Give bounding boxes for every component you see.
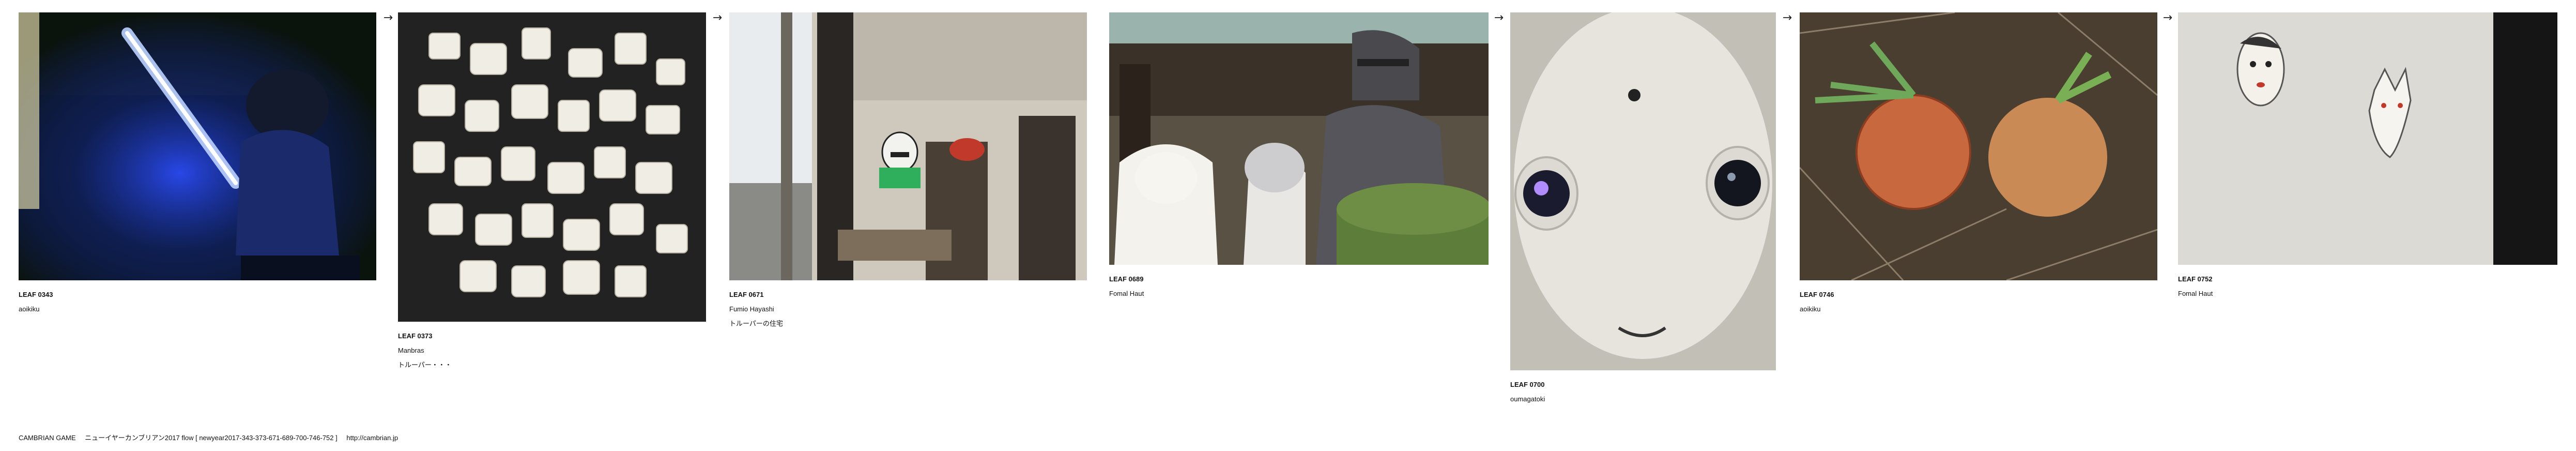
street-trooper-photo (729, 12, 1087, 280)
leaf-photo[interactable] (1510, 12, 1776, 370)
leaf-card: LEAF 0689 Fomal Haut (1109, 12, 1489, 301)
leaf-card: LEAF 0343 aoikiku (19, 12, 376, 317)
leaf-author[interactable]: Manbras (398, 343, 706, 358)
leaf-photo[interactable] (19, 12, 376, 280)
leaf-id[interactable]: LEAF 0700 (1510, 378, 1776, 392)
leaf-author[interactable]: Fomal Haut (1109, 287, 1489, 301)
leaf-card: LEAF 0746 aoikiku (1800, 12, 2157, 317)
arrow-right-icon: → (383, 11, 393, 24)
lightsaber-photo (19, 12, 376, 280)
leaf-author[interactable]: oumagatoki (1510, 392, 1776, 407)
leaf-author[interactable]: Fomal Haut (2178, 287, 2557, 301)
footer-url[interactable]: http://cambrian.jp (346, 434, 398, 442)
leaf-card: LEAF 0671 Fumio Hayashi トルーパーの住宅 (729, 12, 1087, 331)
leaf-id[interactable]: LEAF 0343 (19, 288, 376, 302)
onions-photo (1800, 12, 2157, 280)
arrow-right-icon: → (2163, 11, 2173, 24)
footer-brand: CAMBRIAN GAME (19, 434, 76, 442)
leaf-photo[interactable] (2178, 12, 2557, 265)
leaf-author[interactable]: Fumio Hayashi (729, 302, 1087, 317)
leaf-photo[interactable] (1800, 12, 2157, 280)
leaf-photo[interactable] (398, 12, 706, 322)
knight-armor-photo (1109, 12, 1489, 265)
leaf-id[interactable]: LEAF 0373 (398, 329, 706, 343)
leaf-note: トルーパー・・・ (398, 361, 452, 369)
masks-photo (2178, 12, 2557, 265)
arrow-right-icon: → (1782, 11, 1792, 24)
white-blocks-photo (398, 12, 706, 322)
arrow-right-icon: → (712, 11, 723, 24)
arrow-right-icon: → (1494, 11, 1504, 24)
leaf-id[interactable]: LEAF 0746 (1800, 288, 2157, 302)
footer: CAMBRIAN GAME ニューイヤーカンブリアン2017 flow [ ne… (19, 432, 405, 442)
robot-face-photo (1510, 12, 1776, 370)
leaf-note: トルーパーの住宅 (729, 320, 783, 327)
leaf-photo[interactable] (1109, 12, 1489, 265)
leaf-card: LEAF 0700 oumagatoki (1510, 12, 1776, 407)
leaf-card: LEAF 0752 Fomal Haut (2178, 12, 2557, 301)
leaf-photo[interactable] (729, 12, 1087, 280)
leaf-author[interactable]: aoikiku (1800, 302, 2157, 317)
leaf-id[interactable]: LEAF 0752 (2178, 272, 2557, 287)
leaf-author[interactable]: aoikiku (19, 302, 376, 317)
footer-flow: ニューイヤーカンブリアン2017 flow [ newyear2017-343-… (85, 434, 338, 442)
leaf-card: LEAF 0373 Manbras トルーパー・・・ (398, 12, 706, 372)
leaf-id[interactable]: LEAF 0689 (1109, 272, 1489, 287)
leaf-id[interactable]: LEAF 0671 (729, 288, 1087, 302)
